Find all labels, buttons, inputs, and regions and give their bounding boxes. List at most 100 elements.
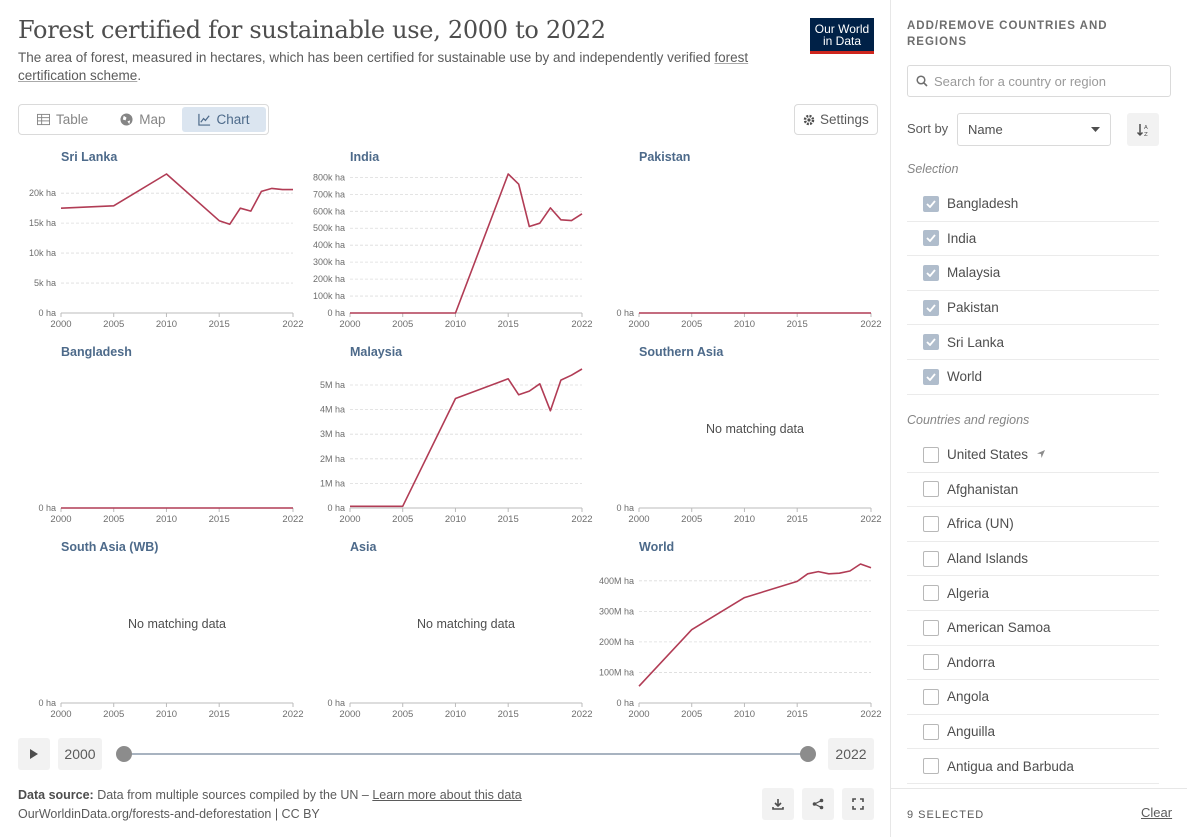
checkbox[interactable]: [923, 481, 939, 498]
sort-icon: AZ: [1136, 123, 1148, 137]
x-tick-label: 2015: [498, 709, 519, 720]
country-item[interactable]: Anguilla: [907, 715, 1159, 750]
source-line: Data source: Data from multiple sources …: [18, 786, 522, 805]
series-line: [60, 173, 293, 226]
y-tick-label: 0 ha: [38, 698, 56, 708]
small-chart-title: South Asia (WB): [61, 540, 158, 554]
checkbox[interactable]: [923, 585, 939, 602]
y-tick-label: 400k ha: [313, 240, 345, 250]
small-chart-pakistan: Pakistan 0 ha2000 2005 2010 2015 2022: [616, 150, 881, 330]
checkbox[interactable]: [923, 515, 939, 532]
x-tick-label: 2010: [734, 514, 755, 525]
y-tick-label: 300M ha: [599, 606, 634, 616]
small-chart-title: Pakistan: [639, 150, 690, 164]
fullscreen-button[interactable]: [842, 788, 874, 820]
checkbox-checked[interactable]: [923, 334, 939, 351]
checkbox[interactable]: [923, 723, 939, 740]
small-chart-title: Southern Asia: [639, 345, 724, 359]
timeline-end-handle[interactable]: [800, 746, 816, 762]
x-tick-label: 2015: [498, 514, 519, 525]
timeline-track[interactable]: [124, 753, 808, 755]
timeline-start-year[interactable]: 2000: [58, 738, 102, 770]
timeline-start-handle[interactable]: [116, 746, 132, 762]
sort-order-button[interactable]: AZ: [1127, 113, 1159, 146]
y-tick-label: 1M ha: [320, 478, 345, 488]
play-button[interactable]: [18, 738, 50, 770]
country-item[interactable]: Afghanistan: [907, 473, 1159, 508]
tab-map-label: Map: [139, 112, 166, 127]
learn-more-link[interactable]: Learn more about this data: [372, 788, 521, 802]
checkbox[interactable]: [923, 758, 939, 775]
x-tick-label: 2000: [50, 319, 71, 330]
x-tick-label: 2010: [445, 319, 466, 330]
x-tick-label: 2005: [103, 709, 124, 720]
x-tick-label: 2022: [571, 514, 592, 525]
selected-entity-label: Malaysia: [947, 265, 1001, 281]
country-item[interactable]: American Samoa: [907, 611, 1159, 646]
footer-actions: [762, 788, 874, 820]
selected-entity-item[interactable]: World: [907, 360, 1159, 395]
owid-logo[interactable]: Our World in Data: [810, 18, 874, 54]
checkbox[interactable]: [923, 619, 939, 636]
y-tick-label: 10k ha: [29, 248, 56, 258]
checkbox[interactable]: [923, 446, 939, 463]
share-button[interactable]: [802, 788, 834, 820]
small-chart-india: India 0 ha 100k ha 200k ha 300k ha 400k ha 500…: [313, 150, 593, 330]
country-item[interactable]: Algeria: [907, 576, 1159, 611]
country-item[interactable]: Antigua and Barbuda: [907, 749, 1159, 784]
tab-table[interactable]: Table: [21, 107, 104, 132]
country-label: United States: [947, 447, 1029, 463]
timeline-end-year[interactable]: 2022: [828, 738, 874, 770]
x-tick-label: 2000: [50, 514, 71, 525]
x-tick-label: 2010: [156, 319, 177, 330]
settings-button[interactable]: Settings: [794, 104, 878, 135]
series-line: [350, 173, 583, 314]
checkbox-checked[interactable]: [923, 299, 939, 316]
check-icon: [926, 200, 936, 208]
country-item[interactable]: Africa (UN): [907, 507, 1159, 542]
x-tick-label: 2015: [209, 319, 230, 330]
checkbox[interactable]: [923, 550, 939, 567]
selected-entity-label: Sri Lanka: [947, 334, 1005, 350]
checkbox[interactable]: [923, 688, 939, 705]
y-tick-label: 500k ha: [313, 223, 345, 233]
download-button[interactable]: [762, 788, 794, 820]
country-item[interactable]: Aland Islands: [907, 542, 1159, 577]
country-label: Antigua and Barbuda: [947, 758, 1074, 774]
clear-button[interactable]: Clear: [1141, 805, 1172, 820]
x-tick-label: 2015: [787, 709, 808, 720]
series-line: [638, 563, 872, 687]
x-tick-label: 2005: [392, 709, 413, 720]
tab-chart[interactable]: Chart: [181, 107, 266, 132]
small-chart-title: Bangladesh: [61, 345, 132, 359]
search-input[interactable]: Search for a country or region: [907, 65, 1171, 97]
y-tick-label: 15k ha: [29, 218, 56, 228]
checkbox-checked[interactable]: [923, 368, 939, 385]
country-label: Africa (UN): [947, 516, 1014, 532]
country-item[interactable]: United States: [907, 438, 1159, 473]
y-tick-label: 5k ha: [34, 278, 56, 288]
selected-entity-item[interactable]: Sri Lanka: [907, 325, 1159, 360]
selected-entity-item[interactable]: Pakistan: [907, 291, 1159, 326]
checkbox-checked[interactable]: [923, 230, 939, 247]
checkbox[interactable]: [923, 654, 939, 671]
selected-entity-item[interactable]: India: [907, 222, 1159, 257]
search-placeholder: Search for a country or region: [934, 73, 1106, 89]
x-tick-label: 2015: [498, 319, 519, 330]
tab-map[interactable]: Map: [104, 107, 181, 132]
y-tick-label: 100k ha: [313, 291, 345, 301]
source-text: Data from multiple sources compiled by t…: [93, 788, 373, 802]
settings-label: Settings: [820, 112, 869, 127]
table-icon: [37, 113, 50, 126]
selected-entity-item[interactable]: Bangladesh: [907, 187, 1159, 222]
country-item[interactable]: Andorra: [907, 646, 1159, 681]
checkbox-checked[interactable]: [923, 264, 939, 281]
checkbox-checked[interactable]: [923, 195, 939, 212]
country-item[interactable]: Angola: [907, 680, 1159, 715]
sort-select[interactable]: Name: [957, 113, 1111, 146]
caret-down-icon: [1091, 126, 1100, 132]
y-tick-label: 0 ha: [616, 503, 634, 513]
selected-entity-item[interactable]: Malaysia: [907, 256, 1159, 291]
selected-count: 9 SELECTED: [907, 809, 985, 821]
y-tick-label: 0 ha: [38, 503, 56, 513]
